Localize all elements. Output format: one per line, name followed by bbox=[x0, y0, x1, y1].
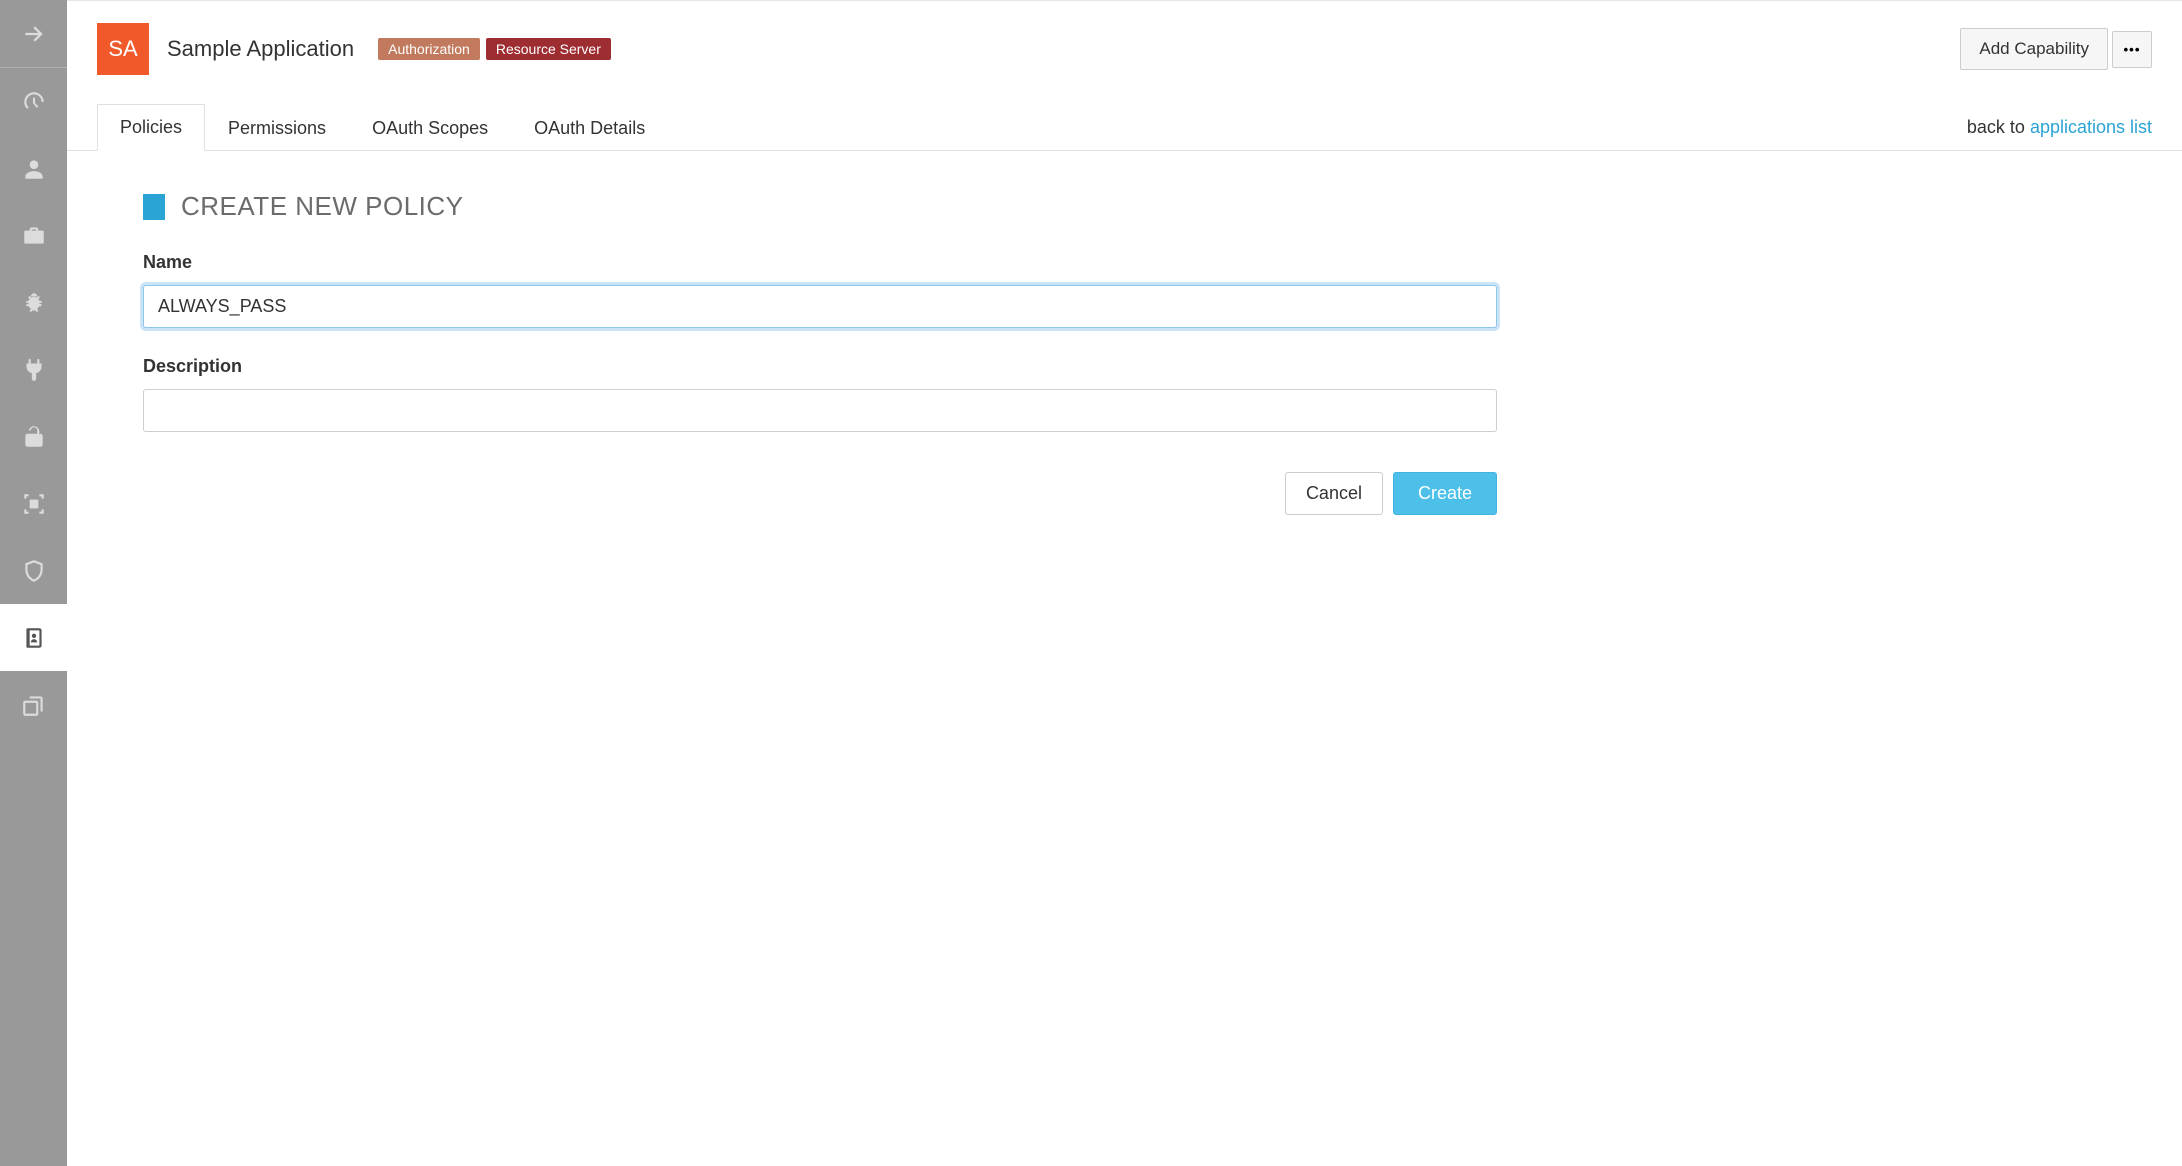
briefcase-icon bbox=[21, 223, 47, 249]
pill-resource-server: Resource Server bbox=[486, 38, 611, 60]
sidebar-item-bug[interactable] bbox=[0, 269, 67, 336]
form-content: CREATE NEW POLICY Name Description Cance… bbox=[67, 151, 1527, 545]
tab-oauth-scopes[interactable]: OAuth Scopes bbox=[349, 105, 511, 151]
sidebar-item-copy[interactable] bbox=[0, 671, 67, 738]
page-header: SA Sample Application Authorization Reso… bbox=[67, 1, 2182, 75]
tab-label: Policies bbox=[120, 117, 182, 137]
sidebar-item-group[interactable] bbox=[0, 470, 67, 537]
sidebar-item-unlock[interactable] bbox=[0, 403, 67, 470]
name-input[interactable] bbox=[143, 285, 1497, 328]
tabs-row: Policies Permissions OAuth Scopes OAuth … bbox=[67, 75, 2182, 151]
user-icon bbox=[21, 156, 47, 182]
dashboard-icon bbox=[21, 89, 47, 115]
main-area: SA Sample Application Authorization Reso… bbox=[67, 0, 2182, 1166]
sidebar-item-briefcase[interactable] bbox=[0, 202, 67, 269]
sidebar-item-contacts[interactable] bbox=[0, 604, 67, 671]
name-label: Name bbox=[143, 252, 1497, 273]
plug-icon bbox=[21, 357, 47, 383]
description-label: Description bbox=[143, 356, 1497, 377]
arrow-right-icon bbox=[21, 21, 47, 47]
tab-permissions[interactable]: Permissions bbox=[205, 105, 349, 151]
bug-icon bbox=[21, 290, 47, 316]
pill-authorization: Authorization bbox=[378, 38, 480, 60]
add-capability-button[interactable]: Add Capability bbox=[1960, 28, 2108, 70]
section-title-text: CREATE NEW POLICY bbox=[181, 191, 464, 222]
copy-icon bbox=[21, 692, 47, 718]
create-button[interactable]: Create bbox=[1393, 472, 1497, 515]
sidebar-item-users[interactable] bbox=[0, 135, 67, 202]
contacts-icon bbox=[21, 625, 47, 651]
form-group-name: Name bbox=[143, 252, 1497, 328]
section-title: CREATE NEW POLICY bbox=[143, 191, 1497, 222]
form-group-description: Description bbox=[143, 356, 1497, 432]
applications-list-link[interactable]: applications list bbox=[2030, 117, 2152, 137]
app-title: Sample Application bbox=[167, 36, 354, 62]
app-initials-badge: SA bbox=[97, 23, 149, 75]
sidebar bbox=[0, 0, 67, 1166]
group-select-icon bbox=[21, 491, 47, 517]
shield-icon bbox=[21, 558, 47, 584]
cancel-button[interactable]: Cancel bbox=[1285, 472, 1383, 515]
tab-oauth-details[interactable]: OAuth Details bbox=[511, 105, 668, 151]
sidebar-item-dashboard[interactable] bbox=[0, 68, 67, 135]
section-title-marker bbox=[143, 194, 165, 220]
sidebar-item-shield[interactable] bbox=[0, 537, 67, 604]
tab-policies[interactable]: Policies bbox=[97, 104, 205, 151]
form-actions: Cancel Create bbox=[143, 472, 1497, 515]
unlock-icon bbox=[21, 424, 47, 450]
back-link-prefix: back to bbox=[1967, 117, 2030, 137]
sidebar-item-expand[interactable] bbox=[0, 0, 67, 67]
sidebar-item-plug[interactable] bbox=[0, 336, 67, 403]
description-input[interactable] bbox=[143, 389, 1497, 432]
tab-label: OAuth Scopes bbox=[372, 118, 488, 138]
back-link-container: back to applications list bbox=[1967, 105, 2152, 150]
more-menu-button[interactable]: ••• bbox=[2112, 31, 2152, 68]
ellipsis-icon: ••• bbox=[2124, 42, 2141, 57]
tab-label: Permissions bbox=[228, 118, 326, 138]
tab-label: OAuth Details bbox=[534, 118, 645, 138]
